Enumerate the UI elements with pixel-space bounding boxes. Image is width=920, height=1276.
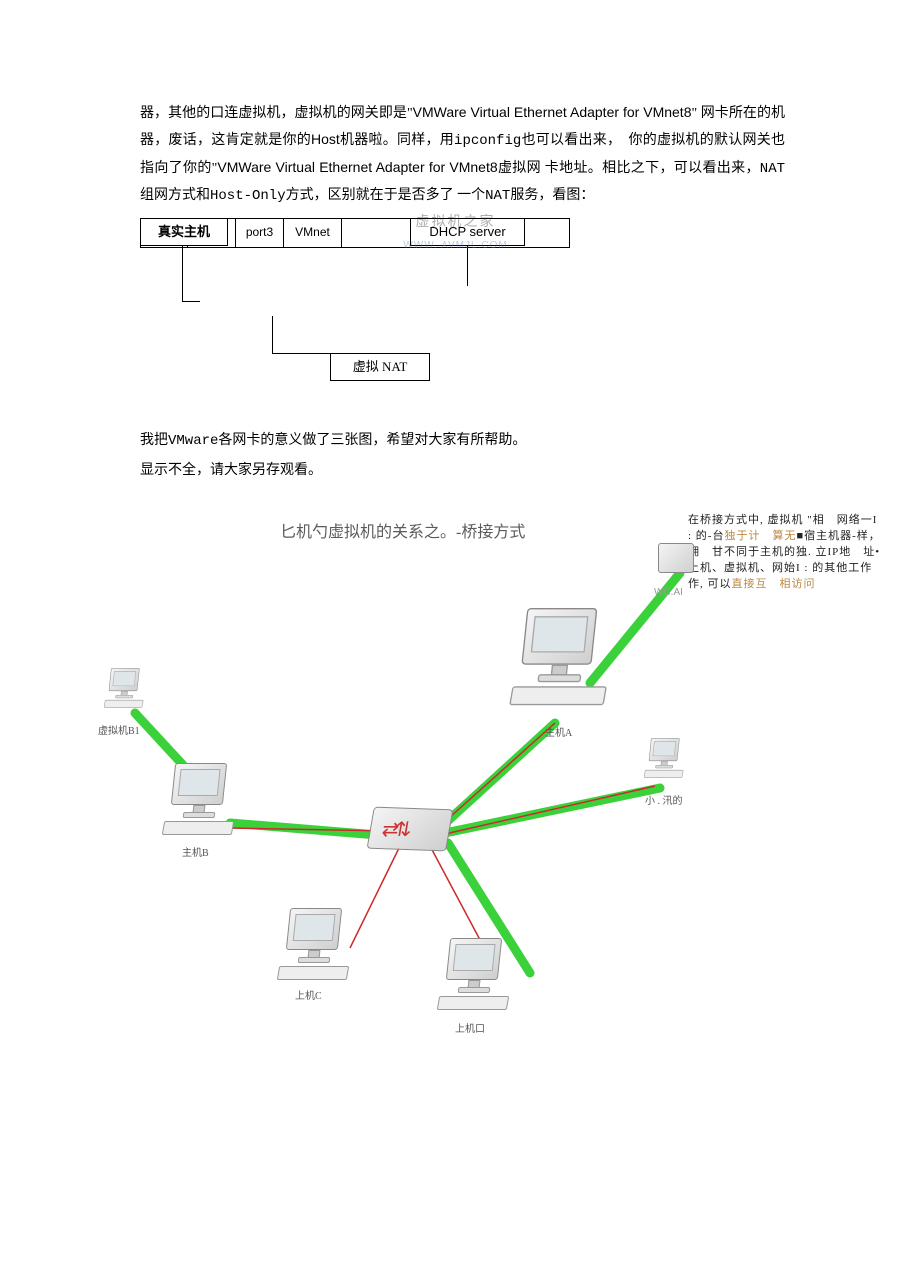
watermark: 虚拟机之家 WWW. AVMJL.COM [342,219,569,247]
t: 方式，区别就在于是否多了 一个 [286,188,486,203]
connector [272,353,330,354]
watermark-cell: 虚拟机之家 WWW. AVMJL.COM [342,218,570,248]
t: 各网卡的意义做了三张图，希望对大家有所帮助。 [218,433,526,448]
fig2-aside: 在桥接方式中, 虚拟机 "相 网络一I : 的-台独于计 算无■宿主机器-样，拥… [688,513,883,593]
label-host-c: 上机C [295,988,322,1007]
t: Host [311,131,340,147]
port-3: port3 [236,218,284,248]
watermark-url: WWW. AVMJL.COM [403,237,507,256]
t: 服务，看图： [510,188,594,203]
label-host-d: 上机口 [455,1021,485,1040]
t: Host-Only [210,188,286,204]
pc-vm-b1 [100,668,150,718]
fig2-title: 匕机勺虚拟机的关系之。-桥接方式 [280,518,525,548]
pc-host-c [270,908,360,998]
paragraph-1: 器，其他的口连虚拟机，虚拟机的网关即是"VMWare Virtual Ether… [140,100,785,210]
vmnet: VMnet [284,218,342,248]
label-small-right: 小 . 汛的 [645,793,683,812]
t: VMWare Virtual Ethernet Adapter for VMne… [413,104,692,120]
t: 组网方式和 [140,188,210,203]
connector [272,316,273,353]
pc-host-a [500,608,622,730]
diagram-bridged: 匕机勺虚拟机的关系之。-桥接方式 在桥接方式中, 虚拟机 "相 网络一I : 的… [100,488,880,1088]
label-vm-b1: 虚拟机B1 [98,723,140,742]
hub-icon: ⇄⇅ [370,808,450,850]
t: 器，其他的口连虚拟机，虚拟机的网关即是" [140,106,413,121]
t: 独于计 算无 [724,530,796,542]
pc-host-b [155,763,245,853]
label-host-a: 主机A [545,725,572,744]
t: VMWare Virtual Ethernet Adapter for VMne… [217,159,497,175]
intro-line-2: 显示不全，请大家另存观看。 [140,458,785,484]
diagram-nat: 真实主机 DHCP server port1 port2 port3 VMnet… [140,218,640,398]
pc-small-right [640,738,690,788]
t: 直接互 相访问 [732,578,816,590]
pc-host-d [430,938,520,1028]
watermark-title: 虚拟机之家 [416,209,496,235]
box-virtual-nat: 虚拟 NAT [330,353,430,381]
t: 我把 [140,433,168,448]
connector [182,301,200,302]
router-icon [658,543,694,573]
box-real-host: 真实主机 [140,218,228,246]
t: NAT [485,188,510,204]
label-host-b: 主机B [182,845,209,864]
t: 机器啦。同样，用 [340,133,454,148]
t: ipconfig [454,133,521,149]
connector [182,246,183,301]
t: VMware [168,433,218,449]
t: NAT [760,161,785,177]
t: 虚拟网 卡地址。相比之下，可以看出来， [498,161,760,176]
intro-line-1: 我把VMware各网卡的意义做了三张图，希望对大家有所帮助。 [140,428,785,455]
wcai-label: WC.AI [654,584,683,603]
